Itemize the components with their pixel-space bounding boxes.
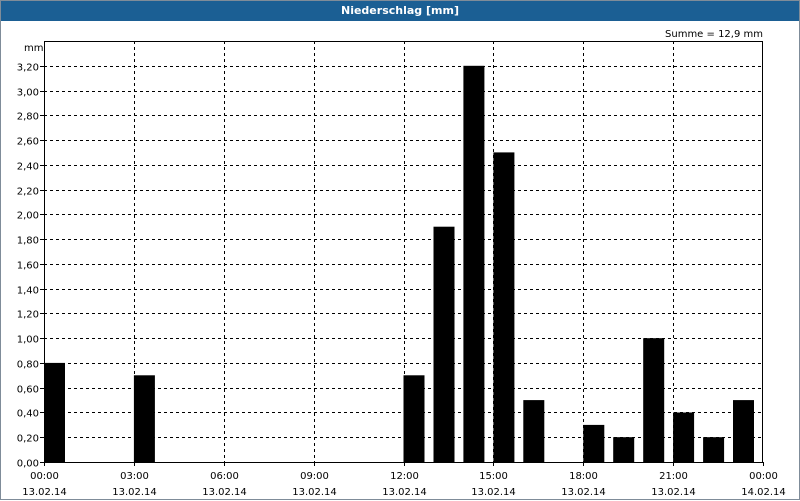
x-tick-time: 18:00 [569,471,598,482]
bar [133,375,155,462]
y-tick-label: 0,40 [17,409,39,420]
y-tick-label: 2,20 [17,187,39,198]
bar [523,400,545,462]
bar [44,362,65,462]
y-tick-label: 1,60 [17,261,39,272]
y-tick-label: 2,80 [17,112,39,123]
x-tick-date: 13.02.14 [22,487,67,498]
x-tick-time: 21:00 [659,471,688,482]
x-tick-date: 14.02.14 [741,487,786,498]
y-tick-label: 3,20 [17,63,39,74]
y-tick-label: 2,00 [17,211,39,222]
y-tick-label: 3,00 [17,88,39,99]
x-tick-time: 12:00 [390,471,419,482]
x-tick-time: 15:00 [479,471,508,482]
y-tick-label: 1,80 [17,236,39,247]
x-tick-date: 13.02.14 [651,487,696,498]
x-tick-time: 00:00 [749,471,778,482]
sum-annotation: Summe = 12,9 mm [665,29,763,40]
x-tick-time: 09:00 [300,471,329,482]
x-tick-date: 13.02.14 [292,487,337,498]
bar [583,424,605,462]
y-tick-label: 1,20 [17,310,39,321]
y-tick-label: 2,60 [17,137,39,148]
y-tick-label: 0,00 [17,459,39,470]
bar [673,412,695,462]
x-tick-date: 13.02.14 [471,487,516,498]
bar [703,437,725,462]
x-tick-date: 13.02.14 [561,487,606,498]
y-tick-label: 2,40 [17,162,39,173]
bar [403,375,425,462]
x-tick-date: 13.02.14 [112,487,157,498]
precipitation-chart: 0,00 0,20 0,40 0,60 0,80 1,00 1,20 1,40 1,60 1,80… [17,29,786,498]
bar [463,65,485,463]
y-tick-label: 0,60 [17,385,39,396]
bar [433,226,455,462]
x-tick-time: 00:00 [30,471,59,482]
bar [733,400,754,462]
y-tick-label: 0,20 [17,434,39,445]
x-tick-time: 06:00 [210,471,239,482]
y-tick-label: 1,40 [17,286,39,297]
x-tick-date: 13.02.14 [202,487,247,498]
y-axis-label: mm [24,43,43,54]
bar [643,338,665,462]
chart-window: Niederschlag [mm] 0,00 0,20 0,40 0,60 0,80 1,… [0,0,800,500]
bar [493,152,515,462]
x-tick-date: 13.02.14 [382,487,427,498]
x-tick-time: 03:00 [120,471,149,482]
y-tick-label: 0,80 [17,360,39,371]
bar [613,437,635,462]
y-tick-label: 1,00 [17,335,39,346]
